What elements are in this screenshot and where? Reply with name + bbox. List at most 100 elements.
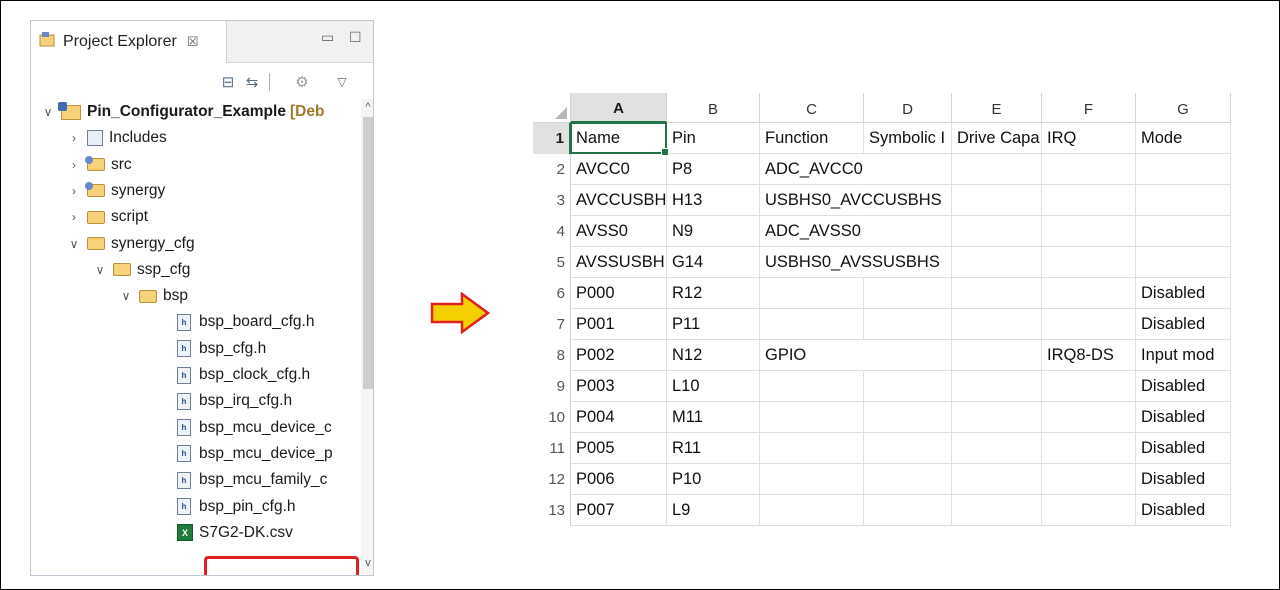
table-cell[interactable]: R11 — [667, 433, 760, 464]
collapsed-chevron-icon[interactable]: › — [67, 184, 81, 198]
tree-item[interactable]: ∨ Pin_Configurator_Example [Deb — [41, 99, 324, 125]
table-cell[interactable]: GPIO — [760, 340, 864, 371]
row-header[interactable]: 4 — [533, 216, 571, 247]
table-cell[interactable]: P003 — [571, 371, 667, 402]
table-cell[interactable] — [864, 278, 952, 309]
tree-item[interactable]: h bsp_mcu_device_p — [177, 441, 333, 467]
table-cell[interactable] — [1042, 433, 1136, 464]
table-cell[interactable]: P11 — [667, 309, 760, 340]
table-cell[interactable] — [1042, 247, 1136, 278]
table-cell[interactable] — [1042, 278, 1136, 309]
table-cell[interactable]: P002 — [571, 340, 667, 371]
close-icon[interactable]: ☒ — [187, 34, 199, 50]
table-cell[interactable]: H13 — [667, 185, 760, 216]
table-cell[interactable]: P001 — [571, 309, 667, 340]
column-header-c[interactable]: C — [760, 93, 864, 123]
table-cell[interactable]: IRQ8-DS — [1042, 340, 1136, 371]
row-header[interactable]: 10 — [533, 402, 571, 433]
row-header[interactable]: 11 — [533, 433, 571, 464]
table-cell[interactable]: Mode — [1136, 123, 1231, 154]
table-cell[interactable] — [952, 340, 1042, 371]
table-cell[interactable]: Disabled — [1136, 402, 1231, 433]
column-header-f[interactable]: F — [1042, 93, 1136, 123]
table-cell[interactable] — [952, 433, 1042, 464]
row-header[interactable]: 6 — [533, 278, 571, 309]
table-cell[interactable]: Disabled — [1136, 278, 1231, 309]
table-cell[interactable]: Symbolic I — [864, 123, 952, 154]
table-cell[interactable]: ADC_AVSS0 — [760, 216, 864, 247]
filter-icon[interactable]: ⚙ — [291, 71, 313, 93]
tree-item[interactable]: › src — [67, 152, 132, 178]
table-cell[interactable]: AVSS0 — [571, 216, 667, 247]
table-cell[interactable] — [1042, 185, 1136, 216]
tree-item[interactable]: h bsp_mcu_family_c — [177, 467, 327, 493]
scrollbar-thumb[interactable] — [363, 117, 373, 389]
tree-item[interactable]: h bsp_clock_cfg.h — [177, 362, 310, 388]
table-cell[interactable]: M11 — [667, 402, 760, 433]
table-cell[interactable]: Name — [571, 123, 667, 154]
table-cell[interactable] — [1042, 402, 1136, 433]
table-cell[interactable] — [952, 464, 1042, 495]
expanded-chevron-icon[interactable]: ∨ — [67, 237, 81, 251]
tree-item[interactable]: ∨ ssp_cfg — [93, 257, 191, 283]
tree-item[interactable]: h bsp_irq_cfg.h — [177, 388, 292, 414]
row-header[interactable]: 2 — [533, 154, 571, 185]
tree-item[interactable]: ∨ bsp — [119, 283, 188, 309]
tree-item[interactable]: ∨ synergy_cfg — [67, 231, 195, 257]
table-cell[interactable] — [760, 278, 864, 309]
table-cell[interactable]: AVCCUSBH — [571, 185, 667, 216]
table-cell[interactable]: Disabled — [1136, 464, 1231, 495]
minimize-icon[interactable]: ▭ — [321, 29, 334, 46]
tree-item[interactable]: X S7G2-DK.csv — [177, 520, 293, 546]
row-header[interactable]: 12 — [533, 464, 571, 495]
table-cell[interactable] — [952, 247, 1042, 278]
collapse-all-icon[interactable]: ⊟ — [217, 71, 239, 93]
table-cell[interactable]: Function — [760, 123, 864, 154]
table-cell[interactable]: P8 — [667, 154, 760, 185]
table-cell[interactable] — [760, 309, 864, 340]
table-cell[interactable] — [1042, 371, 1136, 402]
scroll-up-icon[interactable]: ^ — [362, 101, 373, 113]
row-header[interactable]: 8 — [533, 340, 571, 371]
tree-item[interactable]: h bsp_board_cfg.h — [177, 309, 314, 335]
row-header[interactable]: 3 — [533, 185, 571, 216]
table-cell[interactable]: Pin — [667, 123, 760, 154]
table-cell[interactable]: P004 — [571, 402, 667, 433]
table-cell[interactable] — [952, 216, 1042, 247]
table-cell[interactable] — [760, 495, 864, 526]
table-cell[interactable]: AVCC0 — [571, 154, 667, 185]
table-cell[interactable]: USBHS0_AVSSUSBHS — [760, 247, 940, 278]
table-cell[interactable] — [1136, 247, 1231, 278]
table-cell[interactable] — [864, 309, 952, 340]
table-cell[interactable] — [952, 371, 1042, 402]
row-header[interactable]: 5 — [533, 247, 571, 278]
scroll-down-icon[interactable]: v — [362, 557, 373, 569]
expanded-chevron-icon[interactable]: ∨ — [93, 263, 107, 277]
table-cell[interactable] — [760, 464, 864, 495]
tree-item[interactable]: h bsp_cfg.h — [177, 336, 266, 362]
table-cell[interactable]: AVSSUSBH — [571, 247, 667, 278]
table-cell[interactable]: ADC_AVCC0 — [760, 154, 864, 185]
table-cell[interactable] — [864, 371, 952, 402]
tree-item[interactable]: › Includes — [67, 125, 167, 151]
table-cell[interactable]: P006 — [571, 464, 667, 495]
collapsed-chevron-icon[interactable]: › — [67, 131, 81, 145]
table-cell[interactable] — [864, 216, 952, 247]
table-cell[interactable]: G14 — [667, 247, 760, 278]
column-header-e[interactable]: E — [952, 93, 1042, 123]
table-cell[interactable] — [1136, 216, 1231, 247]
table-cell[interactable] — [952, 495, 1042, 526]
select-all-corner[interactable] — [533, 93, 571, 123]
table-cell[interactable] — [952, 185, 1042, 216]
table-cell[interactable] — [864, 154, 952, 185]
link-with-editor-icon[interactable]: ⇆ — [241, 71, 263, 93]
table-cell[interactable] — [952, 278, 1042, 309]
expanded-chevron-icon[interactable]: ∨ — [41, 105, 55, 119]
table-cell[interactable] — [760, 371, 864, 402]
collapsed-chevron-icon[interactable]: › — [67, 158, 81, 172]
collapsed-chevron-icon[interactable]: › — [67, 210, 81, 224]
table-cell[interactable] — [1042, 464, 1136, 495]
table-cell[interactable]: P005 — [571, 433, 667, 464]
table-cell[interactable] — [760, 402, 864, 433]
tree-item[interactable]: › synergy — [67, 178, 165, 204]
